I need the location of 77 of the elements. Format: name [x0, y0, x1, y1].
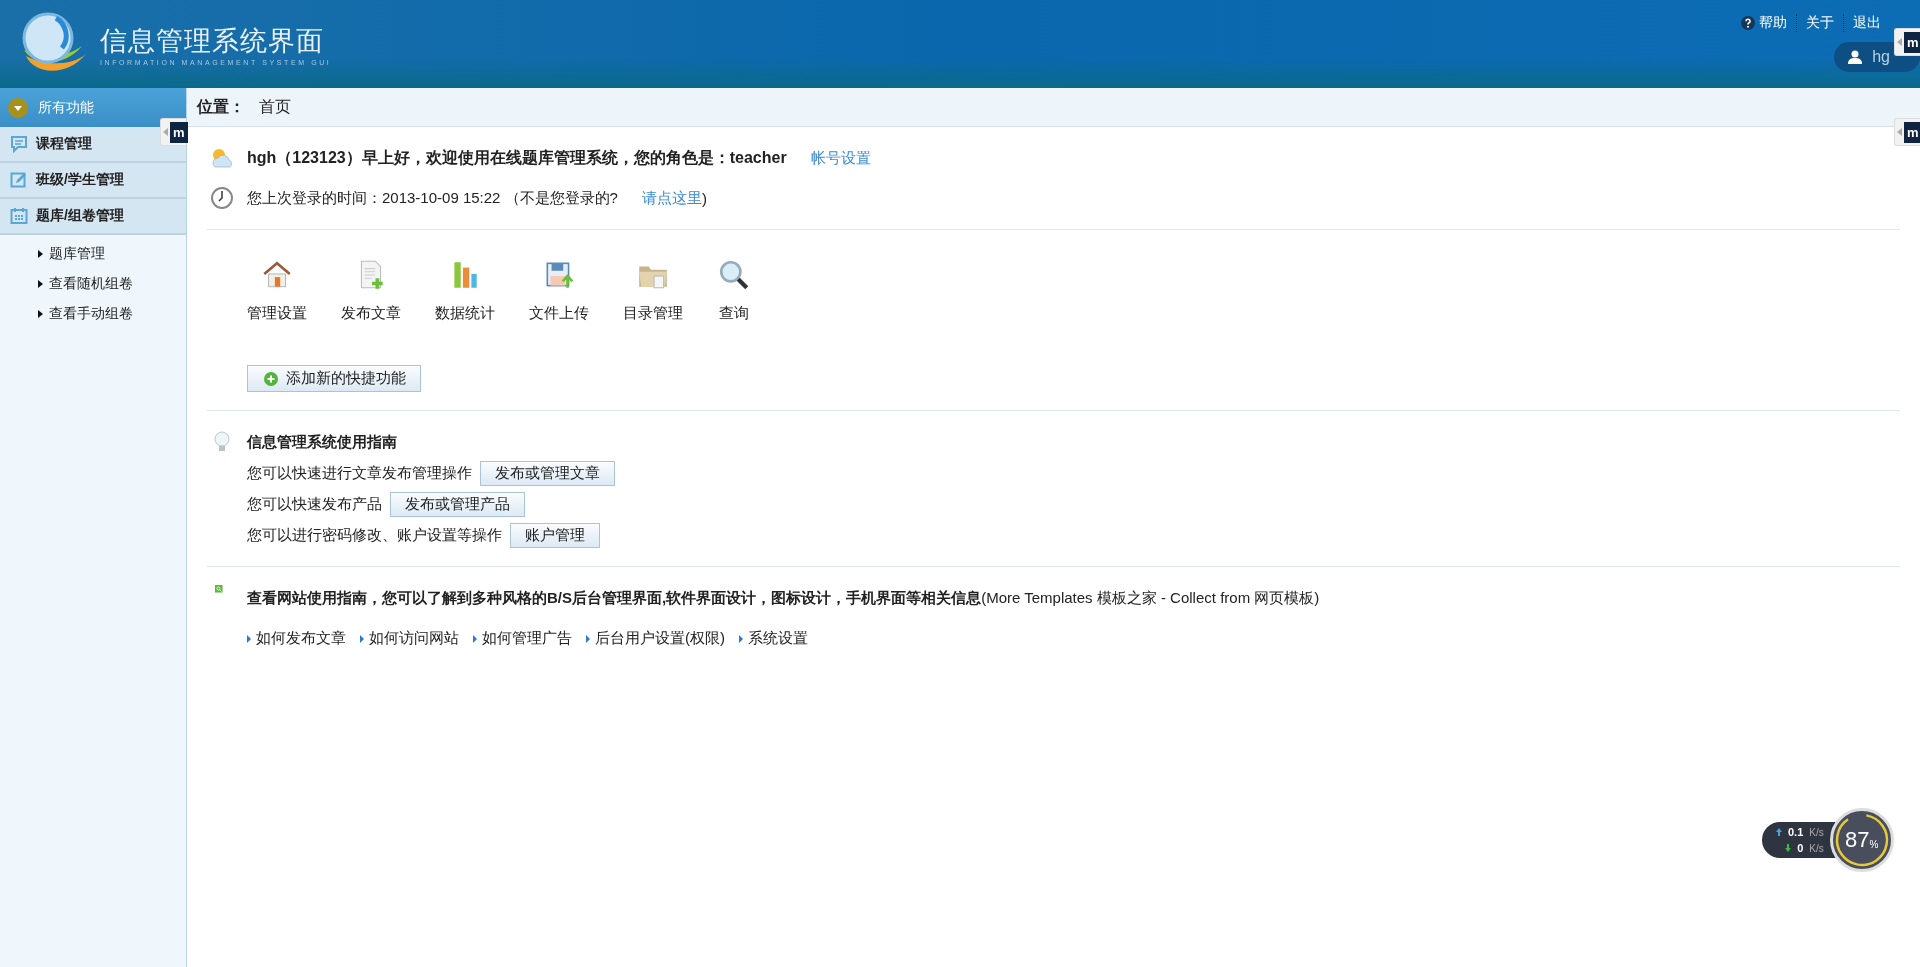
search-icon: [717, 258, 751, 292]
guide-title: 信息管理系统使用指南: [247, 432, 397, 452]
side-tab[interactable]: m: [1894, 28, 1920, 56]
help-link[interactable]: 如何发布文章: [247, 629, 346, 648]
guide-text: 您可以快速进行文章发布管理操作: [247, 464, 472, 483]
usage-percent: 87: [1845, 827, 1870, 853]
tab-label: m: [1904, 121, 1920, 143]
chat-icon: [10, 135, 28, 153]
account-settings-link[interactable]: 帐号设置: [810, 148, 871, 168]
info-text: 查看网站使用指南，您可以了解到多种风格的B/S后台管理界面,软件界面设计，图标设计，手机界面等相关信息(More Templates 模板之家 - Collect from 网页模板): [247, 588, 1320, 608]
guide-text: 您可以快速发布产品: [247, 495, 382, 514]
shortcut-button[interactable]: 管理设置: [247, 252, 307, 329]
percent-sign: %: [1869, 838, 1879, 850]
sidebar-title: 所有功能: [38, 98, 94, 117]
bullet-icon: [739, 634, 743, 643]
guide-button[interactable]: 发布或管理产品: [390, 492, 525, 517]
up-arrow-icon: [1776, 828, 1782, 836]
edit-icon: [10, 171, 28, 189]
help-link[interactable]: 后台用户设置(权限): [586, 629, 725, 648]
plus-icon: [264, 371, 278, 386]
bullet-icon: [586, 634, 590, 643]
bullet-icon: [38, 250, 43, 258]
menu-group-label: 题库/组卷管理: [36, 207, 124, 225]
tab-label: m: [1904, 31, 1920, 53]
user-icon: [1848, 50, 1863, 64]
last-login-text: 您上次登录的时间：2013-10-09 15:22 （不是您登录的?: [247, 188, 618, 208]
down-arrow-icon: [1785, 844, 1792, 852]
app-title: 信息管理系统界面: [100, 24, 325, 58]
header-link[interactable]: 关于: [1796, 14, 1843, 32]
side-tab[interactable]: m: [1894, 118, 1920, 146]
closing-paren: ): [701, 189, 707, 207]
breadcrumb-label: 位置：: [197, 96, 245, 117]
left-arrow-icon: [163, 128, 168, 136]
guide-button[interactable]: 账户管理: [510, 523, 600, 548]
side-tab[interactable]: m: [160, 118, 186, 146]
clock-icon: [209, 185, 235, 211]
menu-group-label: 班级/学生管理: [36, 171, 124, 189]
click-here-link[interactable]: 请点这里: [641, 188, 702, 208]
add-shortcut-button[interactable]: 添加新的快捷功能: [247, 365, 421, 392]
header-link[interactable]: 帮助: [1732, 14, 1796, 32]
help-link[interactable]: 如何管理广告: [473, 629, 572, 648]
bullet-icon: [473, 634, 477, 643]
greeting-text: hgh（123123）早上好，欢迎使用在线题库管理系统，您的角色是：teacher: [247, 147, 787, 168]
menu-item[interactable]: 查看手动组卷: [0, 299, 186, 329]
upload-speed: 0.1: [1788, 826, 1804, 838]
shortcut-button[interactable]: 数据统计: [435, 252, 495, 329]
shortcut-button[interactable]: 文件上传: [529, 252, 589, 329]
bullet-icon: [38, 280, 43, 288]
breadcrumb-value: 首页: [259, 96, 291, 117]
guide-text: 您可以进行密码修改、账户设置等操作: [247, 526, 502, 545]
menu-item[interactable]: 题库管理: [0, 239, 186, 269]
download-speed: 0: [1797, 842, 1804, 854]
bullet-icon: [360, 634, 364, 643]
help-link[interactable]: 系统设置: [739, 629, 808, 648]
menu-item[interactable]: 查看随机组卷: [0, 269, 186, 299]
guide-button[interactable]: 发布或管理文章: [480, 461, 615, 486]
header-link[interactable]: 退出: [1843, 14, 1890, 32]
menu-group[interactable]: 题库/组卷管理: [0, 199, 186, 235]
tab-label: m: [170, 121, 188, 143]
speed-unit: K/s: [1809, 842, 1824, 854]
help-icon: [1741, 16, 1755, 30]
bullet-icon: [38, 310, 43, 318]
help-link[interactable]: 如何访问网站: [360, 629, 459, 648]
caret-icon: [8, 97, 28, 118]
menu-group[interactable]: 班级/学生管理: [0, 163, 186, 199]
menu-group-label: 课程管理: [36, 135, 92, 153]
menu-item-label: 查看手动组卷: [49, 305, 133, 323]
left-arrow-icon: [1897, 128, 1902, 136]
shortcut-button[interactable]: 目录管理: [623, 252, 683, 329]
speed-unit: K/s: [1809, 826, 1824, 838]
shortcut-button[interactable]: 查询: [717, 252, 751, 329]
menu-item-label: 查看随机组卷: [49, 275, 133, 293]
left-arrow-icon: [1897, 38, 1902, 46]
shortcut-button[interactable]: 发布文章: [341, 252, 401, 329]
bullet-icon: [247, 634, 251, 643]
calendar-icon: [10, 207, 28, 225]
menu-item-label: 题库管理: [49, 245, 105, 263]
